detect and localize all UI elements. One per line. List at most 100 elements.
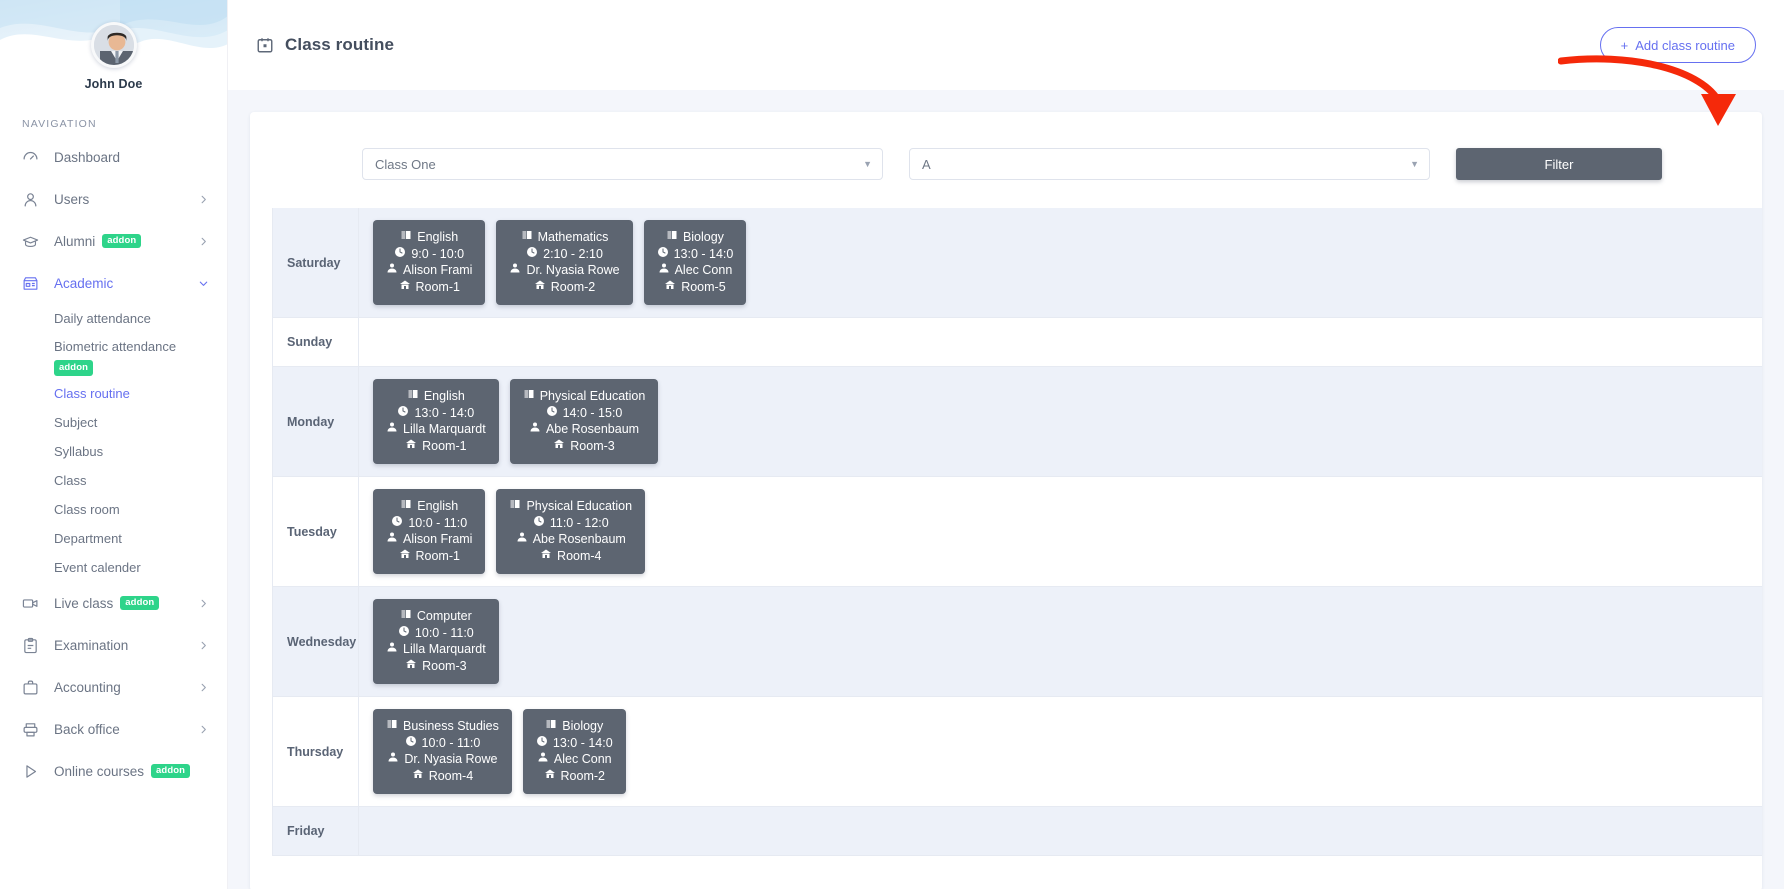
person-icon — [386, 421, 398, 438]
slot-subject: English — [386, 388, 486, 405]
play-icon — [22, 762, 44, 780]
sidebar-subitem-syllabus[interactable]: Syllabus — [0, 437, 227, 466]
sidebar-item-alumni[interactable]: Alumni addon — [0, 220, 227, 262]
sidebar-subitem-event-calender[interactable]: Event calender — [0, 553, 227, 582]
slot-teacher: Dr. Nyasia Rowe — [386, 751, 499, 768]
slot-subject: Business Studies — [386, 718, 499, 735]
class-select[interactable]: Class One ▼ — [362, 148, 883, 180]
sidebar-item-academic[interactable]: Academic — [0, 262, 227, 304]
routine-slots: English10:0 - 11:0Alison FramiRoom-1Phys… — [359, 477, 1762, 586]
slot-teacher: Alec Conn — [657, 262, 734, 279]
book-icon — [509, 498, 521, 515]
section-select[interactable]: A ▼ — [909, 148, 1430, 180]
add-class-routine-button[interactable]: + Add class routine — [1600, 27, 1756, 63]
briefcase-icon — [22, 678, 44, 696]
routine-slot-card[interactable]: Mathematics2:10 - 2:10Dr. Nyasia RoweRoo… — [496, 220, 632, 305]
routine-day-label: Thursday — [273, 697, 359, 806]
book-icon — [400, 608, 412, 625]
chevron-right-icon — [198, 724, 209, 735]
clipboard-icon — [22, 636, 44, 654]
person-icon — [386, 531, 398, 548]
graduation-cap-icon — [22, 232, 44, 250]
routine-slots — [359, 318, 1762, 366]
sidebar-item-dashboard[interactable]: Dashboard — [0, 136, 227, 178]
slot-time: 13:0 - 14:0 — [536, 735, 613, 752]
slot-teacher: Dr. Nyasia Rowe — [509, 262, 619, 279]
sidebar-item-label: Dashboard — [54, 150, 120, 165]
sidebar-subitem-class[interactable]: Class — [0, 466, 227, 495]
slot-teacher: Abe Rosenbaum — [523, 421, 646, 438]
sidebar-subitem-daily-attendance[interactable]: Daily attendance — [0, 304, 227, 333]
routine-slot-card[interactable]: English10:0 - 11:0Alison FramiRoom-1 — [373, 489, 485, 574]
sidebar-subitem-biometric-attendance[interactable]: Biometric attendance addon — [0, 333, 227, 379]
book-icon — [386, 718, 398, 735]
printer-icon — [22, 720, 44, 738]
chevron-right-icon — [198, 598, 209, 609]
clock-icon — [536, 735, 548, 752]
sidebar-item-back-office[interactable]: Back office — [0, 708, 227, 750]
routine-slot-card[interactable]: Biology13:0 - 14:0Alec ConnRoom-5 — [644, 220, 747, 305]
routine-slot-card[interactable]: Computer10:0 - 11:0Lilla MarquardtRoom-3 — [373, 599, 499, 684]
room-icon — [544, 768, 556, 785]
slot-room: Room-4 — [509, 548, 632, 565]
class-routine-card: Class One ▼ A ▼ Filter SaturdayEnglish9:… — [250, 112, 1762, 889]
routine-slot-card[interactable]: English9:0 - 10:0Alison FramiRoom-1 — [373, 220, 485, 305]
room-icon — [534, 279, 546, 296]
filter-button[interactable]: Filter — [1456, 148, 1662, 180]
routine-row: ThursdayBusiness Studies10:0 - 11:0Dr. N… — [273, 697, 1762, 807]
sidebar-item-label: Alumni — [54, 234, 95, 249]
room-icon — [405, 658, 417, 675]
sidebar-subitem-label: Biometric attendance — [54, 339, 176, 354]
chevron-right-icon — [198, 194, 209, 205]
routine-slot-card[interactable]: English13:0 - 14:0Lilla MarquardtRoom-1 — [373, 379, 499, 464]
page-title-text: Class routine — [285, 35, 394, 55]
routine-slot-card[interactable]: Biology13:0 - 14:0Alec ConnRoom-2 — [523, 709, 626, 794]
routine-row: Friday — [273, 807, 1762, 855]
sidebar-subitem-subject[interactable]: Subject — [0, 408, 227, 437]
slot-time: 13:0 - 14:0 — [386, 405, 486, 422]
routine-slots: Computer10:0 - 11:0Lilla MarquardtRoom-3 — [359, 587, 1762, 696]
clock-icon — [657, 246, 669, 263]
routine-slot-card[interactable]: Physical Education14:0 - 15:0Abe Rosenba… — [510, 379, 659, 464]
sidebar-item-label: Live class — [54, 596, 113, 611]
clock-icon — [394, 246, 406, 263]
sidebar-subitem-department[interactable]: Department — [0, 524, 227, 553]
slot-teacher: Alison Frami — [386, 262, 472, 279]
person-icon — [386, 262, 398, 279]
book-icon — [521, 229, 533, 246]
person-icon — [386, 641, 398, 658]
slot-room: Room-2 — [509, 279, 619, 296]
sidebar-item-accounting[interactable]: Accounting — [0, 666, 227, 708]
chevron-right-icon — [198, 640, 209, 651]
sidebar-item-online-courses[interactable]: Online courses addon — [0, 750, 227, 792]
routine-row: WednesdayComputer10:0 - 11:0Lilla Marqua… — [273, 587, 1762, 697]
book-icon — [400, 498, 412, 515]
routine-slot-card[interactable]: Business Studies10:0 - 11:0Dr. Nyasia Ro… — [373, 709, 512, 794]
person-icon — [537, 751, 549, 768]
slot-subject: Biology — [657, 229, 734, 246]
topbar: Class routine + Add class routine — [228, 0, 1784, 90]
slot-room: Room-1 — [386, 548, 472, 565]
routine-slots: English13:0 - 14:0Lilla MarquardtRoom-1P… — [359, 367, 1762, 476]
book-icon — [400, 229, 412, 246]
clock-icon — [533, 515, 545, 532]
slot-room: Room-4 — [386, 768, 499, 785]
routine-day-label: Wednesday — [273, 587, 359, 696]
slot-subject: English — [386, 498, 472, 515]
sidebar-subitem-class-routine[interactable]: Class routine — [0, 379, 227, 408]
sidebar-nav: Dashboard Users Alumni addon — [0, 136, 227, 802]
slot-room: Room-2 — [536, 768, 613, 785]
avatar[interactable] — [91, 22, 137, 68]
sidebar-item-users[interactable]: Users — [0, 178, 227, 220]
routine-slot-card[interactable]: Physical Education11:0 - 12:0Abe Rosenba… — [496, 489, 645, 574]
sidebar-item-label: Online courses — [54, 764, 144, 779]
slot-teacher: Alison Frami — [386, 531, 472, 548]
slot-time: 10:0 - 11:0 — [386, 735, 499, 752]
slot-teacher: Alec Conn — [536, 751, 613, 768]
sidebar-item-live-class[interactable]: Live class addon — [0, 582, 227, 624]
routine-day-label: Sunday — [273, 318, 359, 366]
person-icon — [387, 751, 399, 768]
person-icon — [516, 531, 528, 548]
sidebar-subitem-class-room[interactable]: Class room — [0, 495, 227, 524]
sidebar-item-examination[interactable]: Examination — [0, 624, 227, 666]
